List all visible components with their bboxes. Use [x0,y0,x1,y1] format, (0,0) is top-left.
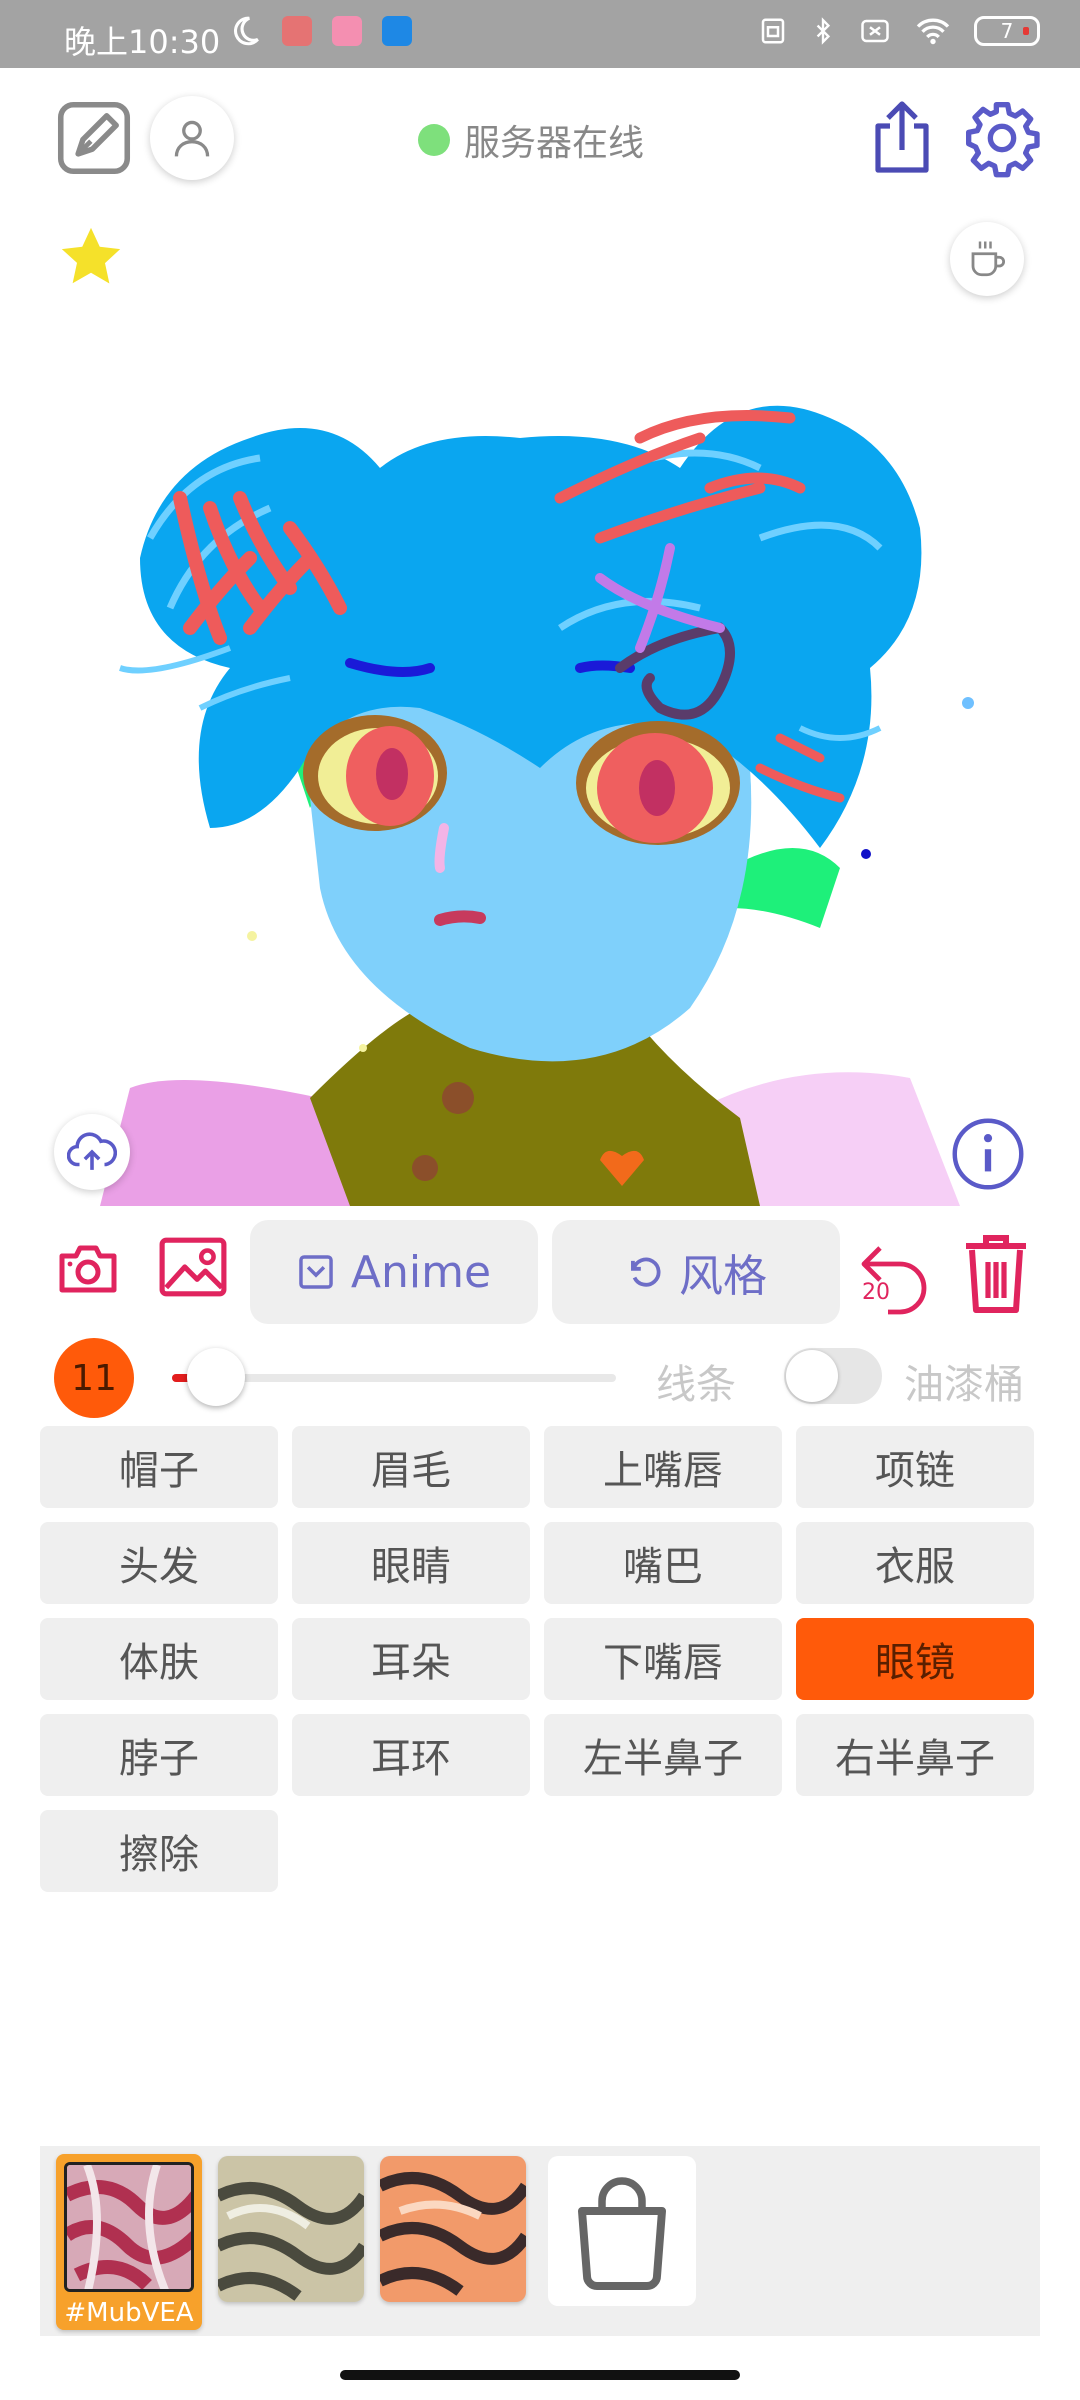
favorite-star-button[interactable] [56,222,126,292]
nose [434,823,449,873]
line-mode-label: 线条 [656,1362,736,1408]
part-button[interactable]: 眼镜 [796,1618,1034,1700]
system-icons: 7 [758,14,1040,48]
user-icon [174,120,210,157]
brush-row: 11 线条 油漆桶 [0,1330,1080,1422]
mouth [434,910,486,926]
sim-icon [761,18,785,44]
pencil-square-icon [57,101,131,175]
profile-button[interactable] [150,96,234,180]
color-speck [962,697,974,709]
app-notification-icon [282,16,312,46]
shopping-bag-icon [578,2177,666,2290]
settings-button[interactable] [962,98,1042,178]
server-status-label: 服务器在线 [464,123,645,164]
drawing-canvas[interactable] [0,208,1080,1206]
part-button[interactable]: 左半鼻子 [544,1714,782,1796]
app-notification-icon [382,16,412,46]
coffee-button[interactable] [950,222,1024,296]
anime-label: Anime [350,1246,492,1298]
camera-button[interactable] [56,1240,120,1296]
bluetooth-icon [816,17,831,45]
button-dot [412,1155,438,1181]
bucket-mode-label: 油漆桶 [904,1362,1024,1408]
eye-right-pupil [639,760,675,816]
share-button[interactable] [866,98,938,178]
part-button[interactable]: 体肤 [40,1618,278,1700]
home-indicator[interactable] [340,2370,740,2380]
edit-button[interactable] [56,100,132,176]
gear-icon [966,102,1040,178]
style-thumbnail-image [380,2156,526,2302]
share-icon [875,101,929,173]
part-button[interactable]: 头发 [40,1522,278,1604]
color-speck [247,931,257,941]
status-time: 晚上10:30 [64,23,221,61]
cloud-upload-icon [67,1132,117,1170]
wifi-icon [916,18,950,45]
part-button[interactable]: 衣服 [796,1522,1034,1604]
camera-icon [59,1245,117,1293]
color-speck [359,1044,367,1052]
image-icon [159,1237,227,1297]
part-button[interactable]: 右半鼻子 [796,1714,1034,1796]
tool-row: Anime 风格 20 [0,1210,1080,1330]
part-button[interactable]: 耳环 [292,1714,530,1796]
toggle-knob [786,1350,838,1402]
server-online-dot [418,124,450,156]
moon-icon [234,16,259,46]
eye-left-pupil [376,748,408,800]
part-button[interactable]: 项链 [796,1426,1034,1508]
notification-icons [228,14,412,48]
style-button[interactable]: 风格 [552,1220,840,1324]
checkbox-icon [299,1255,333,1289]
bucket-toggle[interactable] [784,1348,882,1404]
style-thumbnail-image [218,2156,364,2302]
style-thumbnail-label: #MubVEA [64,2298,194,2328]
top-bar: 服务器在线 [0,68,1080,208]
slider-thumb[interactable] [187,1348,246,1406]
part-button[interactable]: 嘴巴 [544,1522,782,1604]
button-dot [442,1082,474,1114]
rotate-icon [631,1257,661,1287]
shop-button[interactable] [548,2156,696,2306]
color-speck [861,849,871,859]
style-thumbnail-image [64,2162,194,2292]
star-icon [61,227,121,284]
undo-count: 20 [862,1280,890,1305]
cloud-upload-button[interactable] [54,1114,130,1190]
gallery-button[interactable] [158,1236,228,1298]
server-status: 服务器在线 [418,114,644,166]
part-button[interactable]: 耳朵 [292,1618,530,1700]
battery-icon: 7 [974,16,1040,46]
part-button[interactable]: 擦除 [40,1810,278,1892]
anime-button[interactable]: Anime [250,1220,538,1324]
style-thumbnail-selected[interactable]: #MubVEA [56,2154,202,2330]
part-button[interactable]: 脖子 [40,1714,278,1796]
trash-icon [966,1235,1026,1313]
part-button[interactable]: 下嘴唇 [544,1618,782,1700]
no-sim-icon [861,19,889,43]
style-tray: #MubVEA [40,2146,1040,2336]
drawing-artwork [100,405,974,1206]
style-label: 风格 [679,1251,767,1302]
info-button[interactable] [950,1116,1026,1192]
status-bar: 晚上10:30 7 [0,0,1080,68]
coffee-cup-icon [971,241,1005,277]
info-icon [952,1118,1024,1190]
part-button[interactable]: 眉毛 [292,1426,530,1508]
style-thumbnail[interactable] [218,2156,364,2302]
style-thumbnail[interactable] [380,2156,526,2302]
parts-grid: 帽子 眉毛 上嘴唇 项链头发 眼睛 嘴巴 衣服体肤 耳朵 下嘴唇 眼镜脖子 耳环 左半鼻子 右半鼻子擦除 [40,1426,1038,1892]
part-button[interactable]: 眼睛 [292,1522,530,1604]
delete-button[interactable] [960,1230,1032,1314]
brush-size-badge: 11 [54,1338,134,1418]
part-button[interactable]: 帽子 [40,1426,278,1508]
app-notification-icon [332,16,362,46]
part-button[interactable]: 上嘴唇 [544,1426,782,1508]
